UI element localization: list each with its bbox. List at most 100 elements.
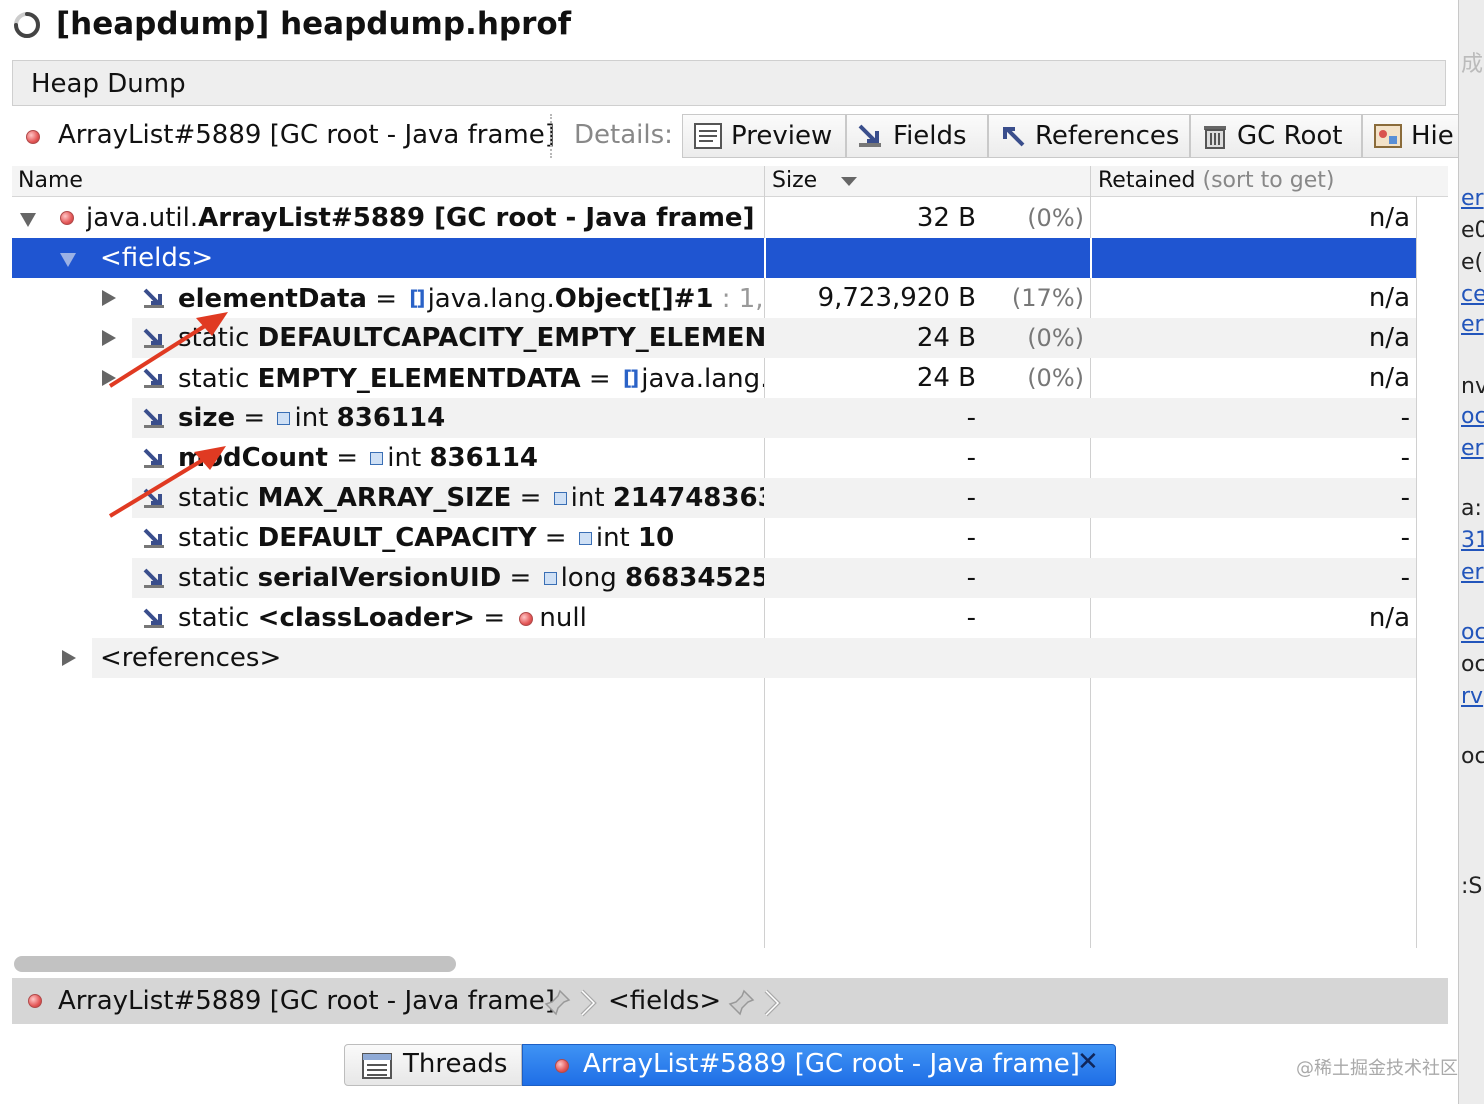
strip-fragment[interactable]: ce <box>1461 282 1484 307</box>
fields-button[interactable]: Fields <box>846 114 988 158</box>
hierarchy-label: Hie <box>1411 121 1454 151</box>
primitive-icon <box>543 572 557 585</box>
field-icon <box>143 448 164 468</box>
details-label: Details: <box>574 120 673 150</box>
strip-fragment: oc <box>1461 744 1484 769</box>
row-retained: n/a <box>1368 283 1410 313</box>
details-toolbar: ArrayList#5889 [GC root - Java frame] De… <box>12 110 1458 164</box>
instance-icon <box>60 211 74 225</box>
tab-threads[interactable]: Threads <box>344 1044 522 1086</box>
hierarchy-button[interactable]: Hie <box>1362 114 1458 158</box>
horizontal-scrollbar-thumb[interactable] <box>14 956 456 972</box>
collapse-icon[interactable] <box>60 253 76 267</box>
pin-icon[interactable] <box>544 988 572 1016</box>
column-divider <box>1090 166 1091 196</box>
row-retained: - <box>1400 563 1410 593</box>
gc-root-icon <box>1204 126 1226 149</box>
bottom-tab-bar: Threads ArrayList#5889 [GC root - Java f… <box>344 1044 1116 1086</box>
fields-label: Fields <box>893 121 967 151</box>
strip-fragment[interactable]: er <box>1461 560 1484 585</box>
table-row[interactable]: <fields> <box>12 238 1416 278</box>
row-name: <references> <box>100 643 282 673</box>
column-divider <box>764 166 765 196</box>
size-column-label: Size <box>772 168 818 193</box>
row-size-percent: (17%) <box>1011 284 1084 312</box>
table-row[interactable]: java.util.ArrayList#5889 [GC root - Java… <box>12 198 1416 238</box>
title-bar: [heapdump] heapdump.hprof <box>0 0 1460 56</box>
table-row[interactable]: static EMPTY_ELEMENTDATA = []java.lang.O… <box>12 358 1416 398</box>
size-column-header[interactable]: Size <box>772 166 858 196</box>
row-name: static DEFAULT_CAPACITY = int 10 <box>178 523 675 553</box>
strip-fragment[interactable]: oc <box>1461 620 1484 645</box>
row-name: java.util.ArrayList#5889 [GC root - Java… <box>86 203 764 233</box>
breadcrumb-root[interactable]: ArrayList#5889 [GC root - Java frame] <box>58 986 555 1016</box>
primitive-icon <box>277 412 291 425</box>
field-icon <box>143 568 164 588</box>
adjacent-panel-strip: 成 er e0 e( ce er nv oc er a: 31 er oc oc… <box>1458 0 1484 1104</box>
watermark: @稀土掘金技术社区 <box>1296 1058 1458 1079</box>
name-column-header[interactable]: Name <box>18 166 83 196</box>
fields-icon <box>858 124 881 147</box>
expand-icon[interactable] <box>62 650 76 666</box>
strip-fragment[interactable]: er <box>1461 312 1484 337</box>
strip-fragment[interactable]: er <box>1461 186 1484 211</box>
field-icon <box>143 528 164 548</box>
table-row[interactable]: static MAX_ARRAY_SIZE = int 2147483639 -… <box>12 478 1416 518</box>
row-size: 32 B <box>916 203 976 233</box>
row-retained: n/a <box>1368 363 1410 393</box>
strip-fragment: a: <box>1461 496 1482 521</box>
row-retained: - <box>1400 523 1410 553</box>
hierarchy-icon <box>1374 124 1402 148</box>
heap-dump-label: Heap Dump <box>31 69 186 99</box>
references-icon <box>1003 127 1025 147</box>
pin-icon[interactable] <box>728 988 756 1016</box>
row-name: static serialVersionUID = long 868345258… <box>178 563 764 593</box>
breadcrumb-current[interactable]: <fields> <box>608 986 721 1016</box>
expand-icon[interactable] <box>102 330 116 346</box>
preview-button[interactable]: Preview <box>682 114 846 158</box>
window-title: [heapdump] heapdump.hprof <box>56 6 572 42</box>
strip-fragment: oc <box>1461 652 1484 677</box>
toolbar-separator <box>550 114 552 158</box>
strip-fragment[interactable]: er <box>1461 436 1484 461</box>
row-size: 9,723,920 B <box>817 283 976 313</box>
row-retained: n/a <box>1368 603 1410 633</box>
table-row[interactable]: <references> <box>12 638 1416 678</box>
table-row[interactable]: size = int 836114 - - <box>12 398 1416 438</box>
strip-fragment[interactable]: rv <box>1461 684 1483 709</box>
expand-icon[interactable] <box>102 290 116 306</box>
table-row[interactable]: static serialVersionUID = long 868345258… <box>12 558 1416 598</box>
row-name: elementData = [] java.lang.Object[]#1 : 1… <box>178 284 764 314</box>
row-retained: n/a <box>1368 203 1410 233</box>
spinner-icon <box>14 12 40 38</box>
selected-object-label: ArrayList#5889 [GC root - Java frame] <box>58 120 555 150</box>
strip-fragment[interactable]: oc <box>1461 404 1484 429</box>
expand-icon[interactable] <box>102 370 116 386</box>
table-row[interactable]: static <classLoader> = null - n/a <box>12 598 1416 638</box>
table-row[interactable]: static DEFAULTCAPACITY_EMPTY_ELEMENT 24 … <box>12 318 1416 358</box>
retained-column-header[interactable]: Retained (sort to get) <box>1098 166 1334 196</box>
column-divider <box>764 238 766 278</box>
tab-arraylist[interactable]: ArrayList#5889 [GC root - Java frame] ✕ <box>522 1044 1116 1086</box>
strip-fragment[interactable]: 31 <box>1461 528 1484 553</box>
retained-column-label: Retained <box>1098 168 1196 193</box>
row-name: static DEFAULTCAPACITY_EMPTY_ELEMENT <box>178 323 764 353</box>
table-row[interactable]: static DEFAULT_CAPACITY = int 10 - - <box>12 518 1416 558</box>
heap-table: Name Size Retained (sort to get) java.ut… <box>12 166 1448 948</box>
table-row[interactable]: elementData = [] java.lang.Object[]#1 : 1… <box>12 278 1416 318</box>
table-row[interactable]: modCount = int 836114 - - <box>12 438 1416 478</box>
strip-fragment: e0 <box>1461 218 1484 243</box>
retained-column-hint: (sort to get) <box>1202 168 1335 193</box>
references-button[interactable]: References <box>988 114 1190 158</box>
collapse-icon[interactable] <box>20 213 36 227</box>
row-name: static <classLoader> = null <box>178 603 587 633</box>
chevron-right-icon <box>764 989 781 1017</box>
row-name: <fields> <box>100 243 214 273</box>
primitive-icon <box>553 492 567 505</box>
row-size: 24 B <box>916 363 976 393</box>
instance-icon <box>28 994 42 1008</box>
gc-root-button[interactable]: GC Root <box>1190 114 1362 158</box>
row-size: - <box>966 523 976 553</box>
close-icon[interactable]: ✕ <box>1077 1047 1099 1077</box>
strip-fragment: e( <box>1461 250 1484 275</box>
